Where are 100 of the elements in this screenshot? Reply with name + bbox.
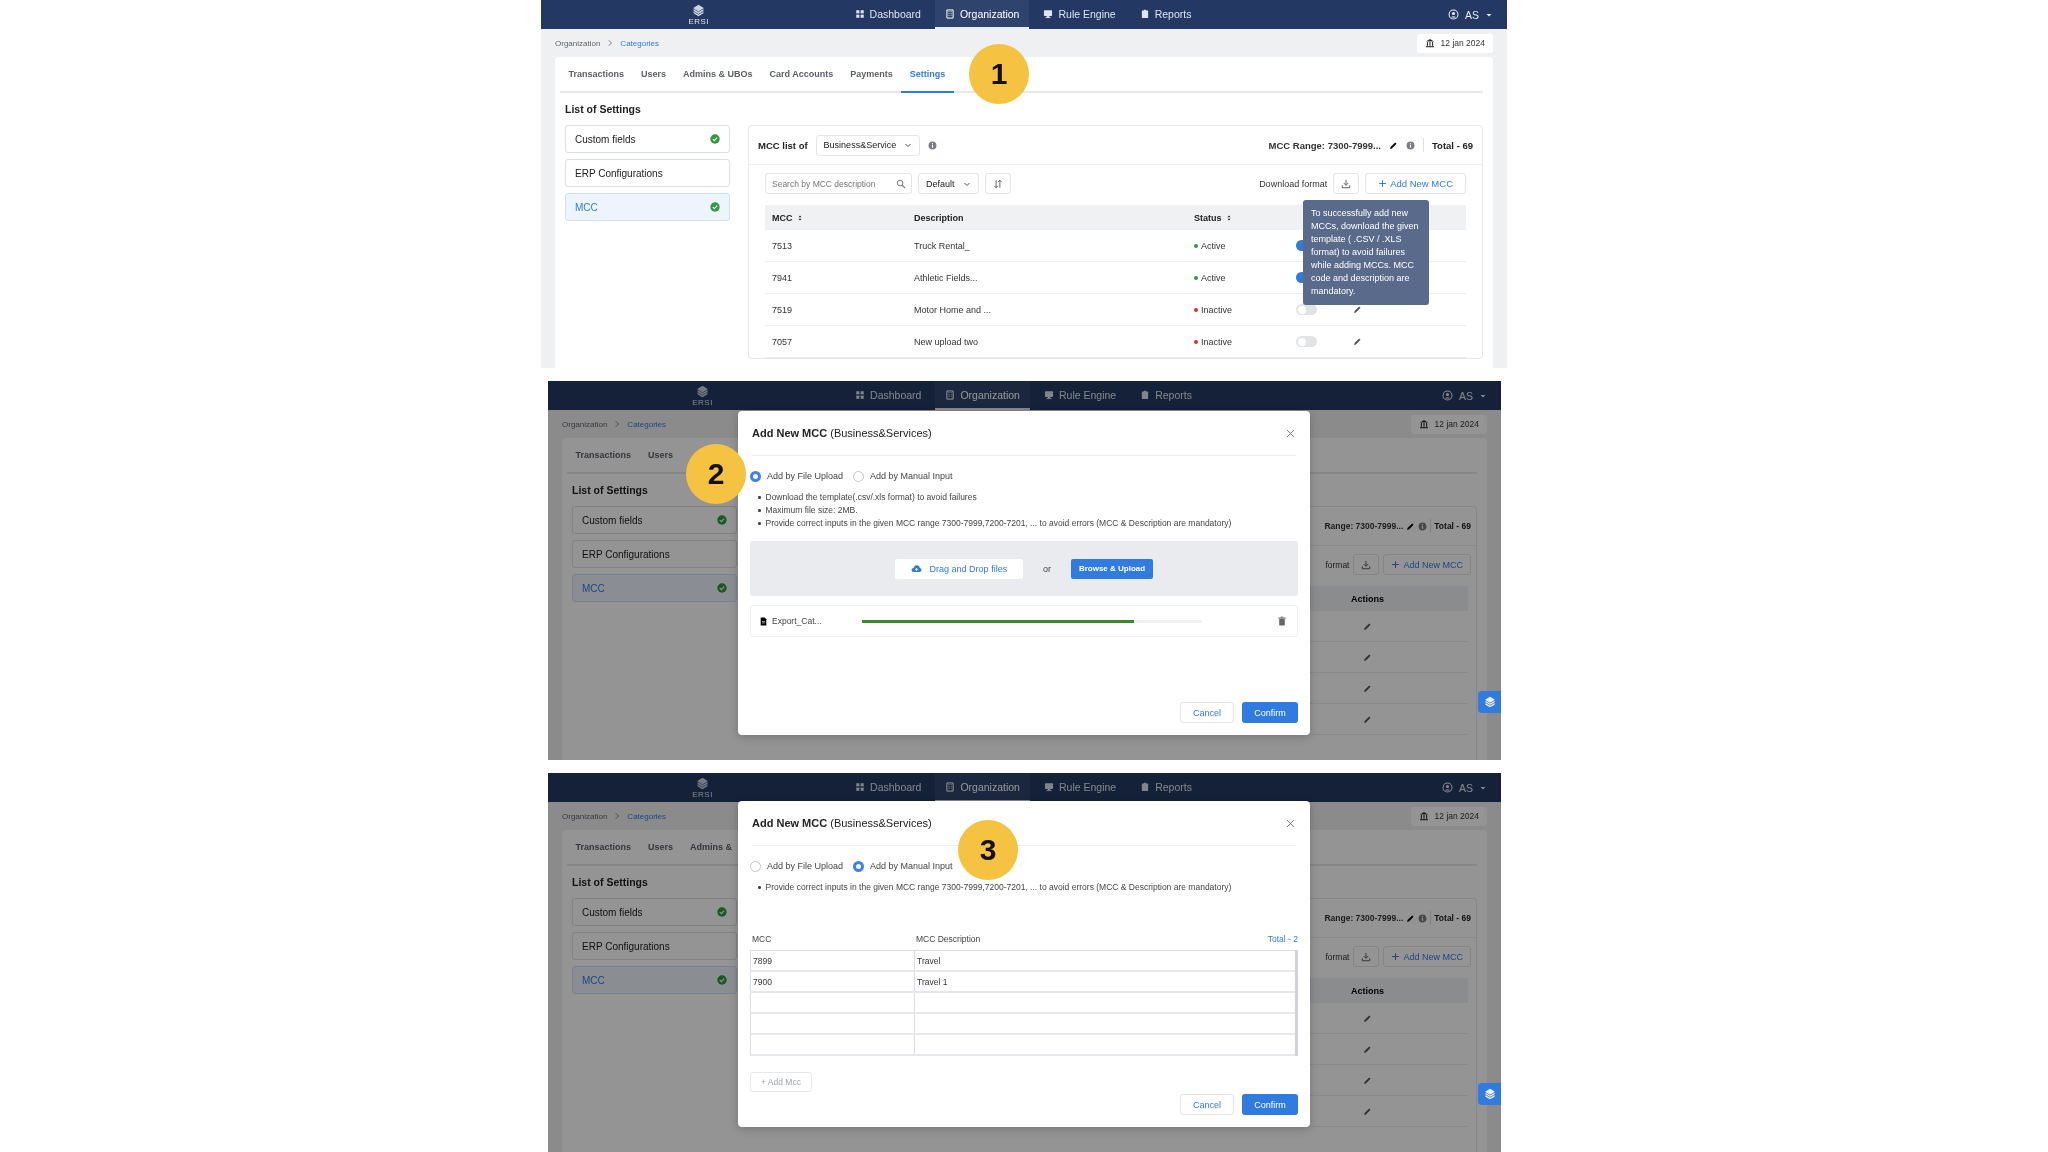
nav-item[interactable]: Reports — [1129, 0, 1202, 29]
mcc-range: Range: 7300-7999... — [1324, 521, 1404, 531]
radio-button[interactable] — [853, 860, 865, 872]
drag-drop-button[interactable]: Drag and Drop files — [894, 558, 1023, 579]
nav-item[interactable]: Reports — [1130, 773, 1202, 802]
table-cell[interactable]: 7899 — [750, 951, 914, 970]
tab[interactable]: Users — [639, 830, 682, 866]
tab[interactable]: Transactions — [560, 57, 633, 93]
nav-item[interactable]: Dashboard — [845, 381, 932, 410]
column-header: Status — [1194, 212, 1222, 223]
toggle-switch[interactable] — [1296, 336, 1317, 347]
radio-label[interactable]: Add by Manual Input — [870, 471, 953, 481]
nav-item[interactable]: Rule Engine — [1033, 0, 1126, 29]
radio-button[interactable] — [853, 470, 865, 482]
nav-item[interactable]: Organization — [934, 0, 1030, 29]
chevron-right-icon — [613, 812, 622, 820]
category-dropdown[interactable]: Business&Service — [815, 134, 921, 156]
date-picker[interactable]: 12 jan 2024 — [1410, 806, 1487, 826]
breadcrumb-link[interactable]: Categories — [620, 38, 660, 48]
add-mcc-button[interactable]: Add New MCC — [1365, 173, 1466, 194]
settings-item[interactable]: MCC — [572, 574, 737, 602]
chat-button[interactable] — [1478, 1083, 1501, 1105]
radio-button[interactable] — [750, 860, 761, 872]
info-icon — [1418, 521, 1428, 531]
tab[interactable]: Users — [632, 57, 675, 93]
radio-label[interactable]: Add by File Upload — [767, 861, 844, 871]
browse-upload-button[interactable]: Browse & Upload — [1070, 558, 1154, 579]
tab[interactable]: Admins & UBOs — [674, 57, 762, 93]
breadcrumb-link[interactable]: Organization — [562, 811, 608, 821]
settings-item[interactable]: Custom fields — [565, 125, 730, 153]
separator-text: or — [1042, 563, 1051, 574]
date-picker[interactable]: 12 jan 2024 — [1416, 33, 1493, 53]
breadcrumb-link[interactable]: Categories — [627, 419, 667, 429]
user-menu[interactable]: AS — [1442, 773, 1487, 802]
tab[interactable]: Transactions — [567, 830, 640, 866]
settings-item[interactable]: MCC — [572, 966, 737, 994]
breadcrumb-link[interactable]: Organization — [562, 419, 608, 429]
total-count: Total - 69 — [1434, 521, 1471, 531]
status-dot — [1194, 243, 1198, 248]
breadcrumb-link[interactable]: Organization — [555, 38, 601, 48]
nav-item[interactable]: Dashboard — [844, 0, 931, 29]
date-picker[interactable]: 12 jan 2024 — [1410, 414, 1487, 434]
sort-button[interactable] — [984, 173, 1011, 194]
add-mcc-button[interactable]: Add New MCC — [1383, 946, 1471, 967]
user-menu[interactable]: AS — [1442, 381, 1487, 410]
settings-item[interactable]: Custom fields — [572, 506, 737, 534]
settings-item[interactable]: MCC — [565, 193, 730, 221]
cancel-button[interactable]: Cancel — [1180, 1094, 1234, 1115]
column-header: MCC — [751, 934, 773, 944]
close-icon — [1285, 427, 1296, 439]
download-icon — [1361, 559, 1372, 570]
radio-button[interactable] — [750, 470, 761, 482]
user-menu[interactable]: AS — [1448, 0, 1493, 29]
logo-icon — [692, 3, 706, 17]
tab[interactable]: Users — [639, 438, 682, 474]
table-cell-text: 7941 — [772, 272, 794, 283]
tab[interactable]: Admins & — [681, 830, 741, 866]
table-cell[interactable]: 7900 — [750, 972, 914, 991]
confirm-button[interactable]: Confirm — [1242, 702, 1298, 723]
cancel-button[interactable]: Cancel — [1180, 702, 1234, 723]
tab[interactable]: Transactions — [567, 438, 640, 474]
sort-dropdown[interactable]: Default — [918, 173, 979, 194]
logo-icon — [1483, 696, 1496, 708]
breadcrumb-link[interactable]: Categories — [627, 811, 667, 821]
download-button[interactable] — [1353, 946, 1380, 967]
table-cell[interactable]: Travel — [914, 951, 1295, 970]
nav-item[interactable]: Reports — [1130, 381, 1202, 410]
toggle-switch[interactable] — [1296, 304, 1317, 315]
download-button[interactable] — [1353, 554, 1380, 575]
chat-button[interactable] — [1478, 691, 1501, 713]
logo-icon — [696, 384, 709, 398]
pencil-icon — [1362, 1044, 1372, 1054]
radio-label[interactable]: Add by File Upload — [767, 471, 844, 481]
add-mcc-button[interactable]: Add New MCC — [1383, 554, 1471, 575]
settings-item[interactable]: Custom fields — [572, 898, 737, 926]
radio-label[interactable]: Add by Manual Input — [870, 861, 953, 871]
close-button[interactable] — [1285, 427, 1296, 439]
table-cell-text: 7519 — [772, 304, 794, 315]
confirm-button[interactable]: Confirm — [1242, 1094, 1298, 1115]
tab[interactable]: Payments — [841, 57, 902, 93]
grid-icon — [855, 389, 866, 400]
settings-item[interactable]: ERP Configurations — [572, 540, 737, 568]
instruction-item: Provide correct inputs in the given MCC range 7300-7999,7200-7201, ... to avoid errors (MCC & Description are mandatory) — [758, 881, 1298, 894]
download-button[interactable] — [1333, 173, 1360, 194]
modal-title: Add New MCC (Business&Services) — [752, 817, 932, 829]
total-count: Total - 2 — [1267, 934, 1298, 944]
close-button[interactable] — [1285, 817, 1296, 829]
download-icon — [1361, 951, 1372, 962]
tab[interactable]: Settings — [901, 57, 954, 93]
settings-item[interactable]: ERP Configurations — [565, 159, 730, 187]
pencil-icon — [1362, 683, 1372, 693]
search-field[interactable]: Search by MCC description — [765, 173, 912, 194]
tab[interactable]: Card Accounts — [761, 57, 842, 93]
settings-item[interactable]: ERP Configurations — [572, 932, 737, 960]
column-header: MCC — [772, 212, 793, 223]
table-cell[interactable]: Travel 1 — [914, 972, 1295, 991]
search-icon — [896, 178, 906, 189]
nav-item[interactable]: Rule Engine — [1033, 773, 1127, 802]
nav-item[interactable]: Dashboard — [845, 773, 932, 802]
nav-item[interactable]: Rule Engine — [1033, 381, 1127, 410]
